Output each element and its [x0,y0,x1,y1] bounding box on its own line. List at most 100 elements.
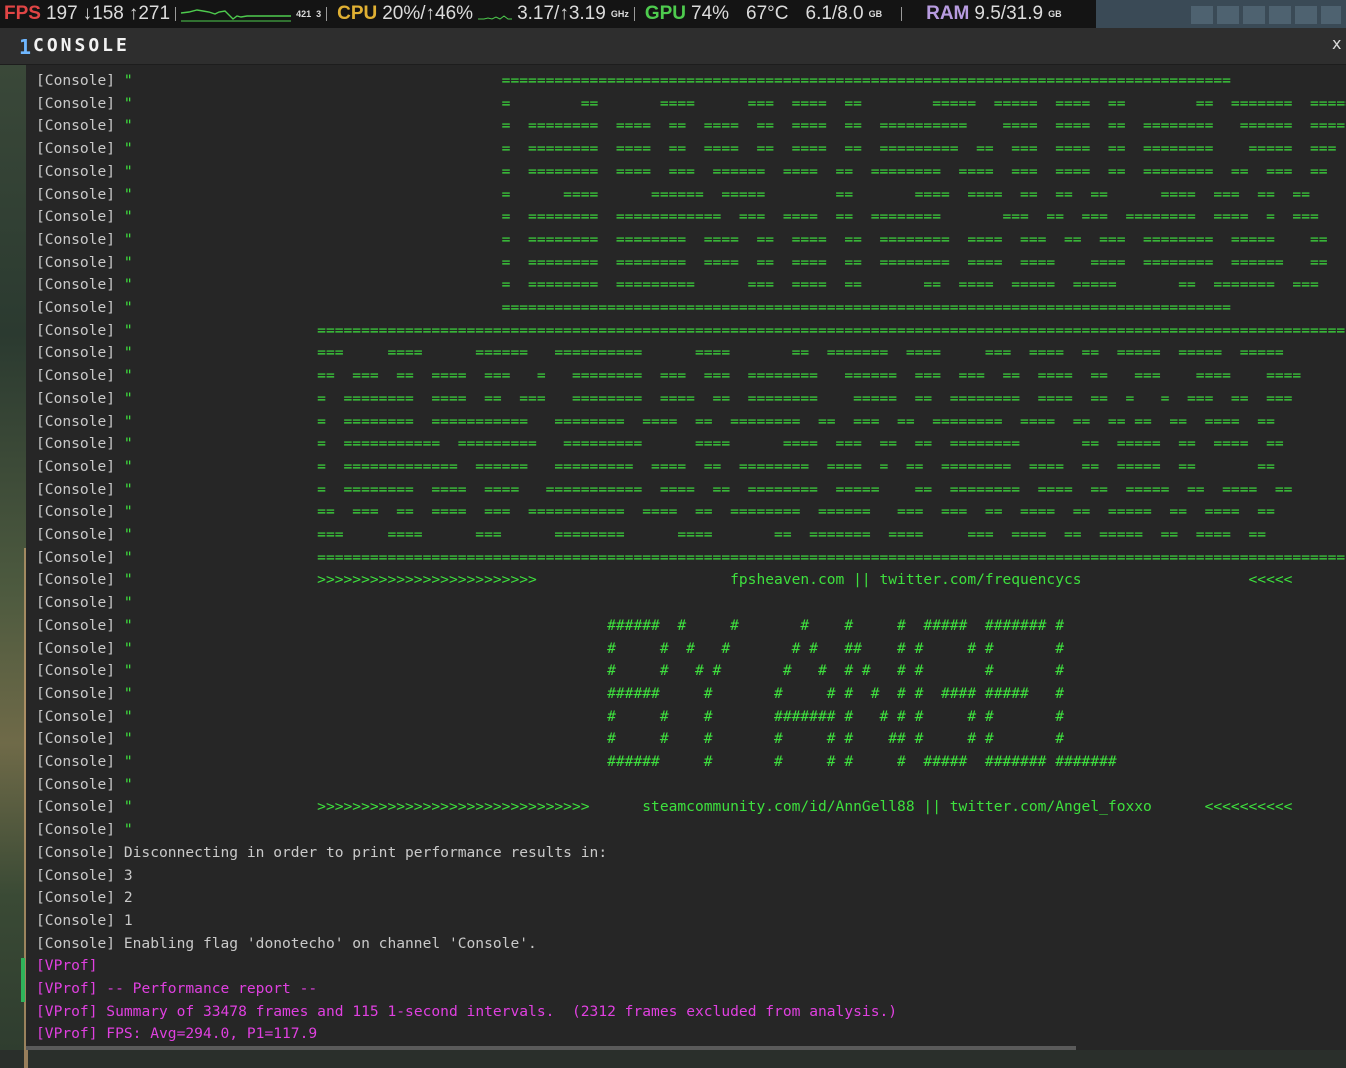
line-text: 3 [115,866,133,884]
log-line: [Console] " # # # ####### # # # # # # # [36,706,1064,728]
line-text: " = ======== =========== ======== ==== =… [115,412,1275,430]
line-prefix: [Console] [36,753,116,770]
log-line: [Console] " = ======== ========= === ===… [36,274,1319,296]
line-prefix: [Console] [36,389,116,407]
line-prefix: [Console] [36,162,116,180]
log-line: [Console] " = ======== ==== == ==== == =… [36,138,1336,160]
log-line: [Console] " = ======== ======== ==== == … [36,229,1328,251]
console-titlebar[interactable]: 1 CONSOLE x [0,28,1346,65]
line-prefix: [Console] [36,94,116,112]
log-line: [Console] " = ======== ==== == === =====… [36,388,1292,410]
line-prefix: [Console] [36,798,116,816]
line-prefix: [Console] [36,230,116,248]
cpu-sparkline-icon [478,15,513,20]
ram-unit: GB [1048,9,1062,19]
log-line: [Console] " = ==== ====== ===== == ==== … [36,184,1310,206]
line-text: 2 [115,889,133,907]
log-line: [Console] " == === == ==== === =========… [36,501,1275,523]
cpu-group: CPU 20%/↑46% 3.17/↑3.19 GHz [337,3,635,25]
line-text: Summary of 33478 frames and 115 1-second… [97,1002,898,1020]
line-text: " === ==== === ======== ==== == ======= … [115,526,1267,543]
log-line: [Console] " = =========== ========= ====… [36,433,1284,455]
line-text: " == === == ==== === =========== ==== ==… [115,503,1275,521]
log-line: [Console] " ============================… [36,547,1345,569]
line-text: -- Performance report -- [97,980,318,997]
log-line: [Console] " # # # # # # ## # # # # [36,728,1064,750]
line-text: " = == ==== === ==== == ===== ===== ====… [115,94,1346,112]
log-line: [Console] " ###### # # # # # # # #### ##… [36,683,1064,705]
hud-grid [1191,6,1341,24]
line-prefix: [Console] [36,662,116,680]
game-hud-backdrop [1096,0,1346,28]
console-log[interactable]: [Console] " ============================… [26,66,1346,1050]
line-prefix: [Console] [36,843,116,861]
cpu-label: CPU [337,3,378,24]
line-prefix: [Console] [36,889,116,907]
separator [326,7,328,21]
log-line: [Console] " = ======== ============ === … [36,206,1319,228]
line-text: Disconnecting in order to print performa… [115,843,608,861]
active-line-marker [21,958,25,1002]
line-prefix: [Console] [36,185,116,203]
line-prefix: [Console] [36,412,116,430]
line-text: " # # # ####### # # # # # # # [115,707,1064,725]
line-text: " = ======== ==== == ==== == ==== == ===… [115,140,1337,158]
line-prefix: [Console] [36,435,116,453]
horizontal-scrollbar[interactable] [26,1046,1076,1050]
fps-min: ↓158 [82,3,124,24]
line-prefix: [Console] [36,117,116,135]
ram-value: 9.5/31.9 [974,3,1044,24]
line-text: " = ======== ============ === ==== == ==… [115,208,1319,226]
line-prefix: [Console] [36,503,116,521]
fps-max: ↑271 [128,3,171,24]
line-text: " ======================================… [115,548,1346,566]
separator [633,7,635,21]
line-text: Enabling flag 'donotecho' on channel 'Co… [115,934,537,952]
line-prefix: [VProf] [36,1002,98,1020]
line-text: " == === == ==== === = ======== === === … [115,367,1302,385]
log-line: [Console] " = == ==== === ==== == ===== … [36,93,1346,115]
line-text: " = ======== ======== ==== == ==== == ==… [115,253,1328,271]
gpu-vram-unit: GB [868,9,883,19]
line-prefix: [Console] [36,140,116,158]
log-line: [Console] " = ======== ==== ==== =======… [36,479,1292,501]
line-text: " # # # # # # ## # # # # [115,730,1064,748]
line-prefix: [Console] [36,367,116,385]
log-line: [Console] " >>>>>>>>>>>>>>>>>>>>>>>>>>>>… [36,796,1292,818]
line-prefix: [Console] [36,208,116,226]
log-line: [Console] " ###### # # # # # ##### #####… [36,615,1064,637]
line-prefix: [Console] [36,253,116,271]
line-text: " [115,821,133,839]
log-line: [Console] " = ======== ==== == ==== == =… [36,115,1345,137]
vprof-line: [VProf] [36,955,106,977]
line-text: " = =========== ========= ========= ====… [115,435,1284,453]
line-text: " ======================================… [115,72,1231,89]
log-line: [Console] 2 [36,887,133,909]
line-prefix: [Console] [36,321,116,339]
gpu-value: 74% [691,3,730,24]
line-text: " >>>>>>>>>>>>>>>>>>>>>>>>> fpsheaven.co… [115,571,1293,589]
line-text: " ======================================… [115,299,1231,316]
console-icon: 1 [19,35,32,59]
line-prefix: [Console] [36,616,116,634]
line-prefix: [Console] [36,934,116,952]
line-prefix: [Console] [36,730,116,748]
log-line: [Console] " [36,592,133,614]
console-window[interactable]: 1 CONSOLE x [Console] " ================… [0,28,1346,1050]
ram-label: RAM [926,3,970,24]
log-line: [Console] " === ==== ====== ========== =… [36,342,1284,364]
line-prefix: [Console] [36,866,116,884]
line-prefix: [Console] [36,821,116,839]
close-button[interactable]: x [1332,34,1346,56]
line-text: " ======================================… [115,321,1346,339]
line-text: " = ======== ==== == ==== == ==== == ===… [115,117,1346,135]
line-prefix: [Console] [36,457,116,475]
line-text: " = ======== ==== == === ======== ==== =… [115,389,1293,407]
log-line: [Console] " ###### # # # # # ##### #####… [36,751,1117,773]
line-text: " [115,594,133,612]
log-line: [Console] Enabling flag 'donotecho' on c… [36,933,537,955]
line-prefix: [Console] [36,684,116,702]
gpu-group: GPU 74% 67°C 6.1/8.0 GB [645,3,903,25]
line-prefix: [Console] [36,548,116,566]
line-prefix: [Console] [36,639,116,657]
